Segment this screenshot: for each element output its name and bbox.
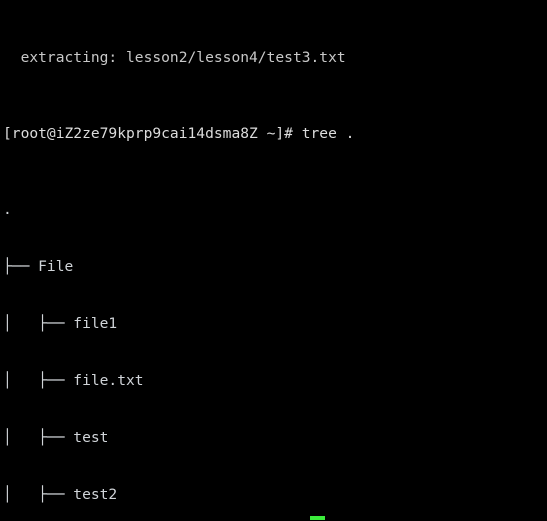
tree-output-line: │ ├── test2 (3, 486, 118, 503)
command-line: [root@iZ2ze79kprp9cai14dsma8Z ~]# tree . (3, 125, 355, 142)
tree-output-line: │ ├── test (3, 429, 109, 446)
tree-output-line: │ ├── file1 (3, 315, 118, 332)
terminal-screen: extracting: lesson2/lesson4/test3.txt [r… (3, 0, 547, 521)
tree-output-line: │ ├── file.txt (3, 372, 144, 389)
terminal-window[interactable]: extracting: lesson2/lesson4/test3.txt [r… (0, 0, 547, 521)
text-cursor (310, 516, 325, 520)
tree-output-line: ├── File (3, 258, 74, 275)
scrollback-partial-line: extracting: lesson2/lesson4/test3.txt (3, 49, 346, 66)
tree-output-line: . (3, 201, 12, 218)
